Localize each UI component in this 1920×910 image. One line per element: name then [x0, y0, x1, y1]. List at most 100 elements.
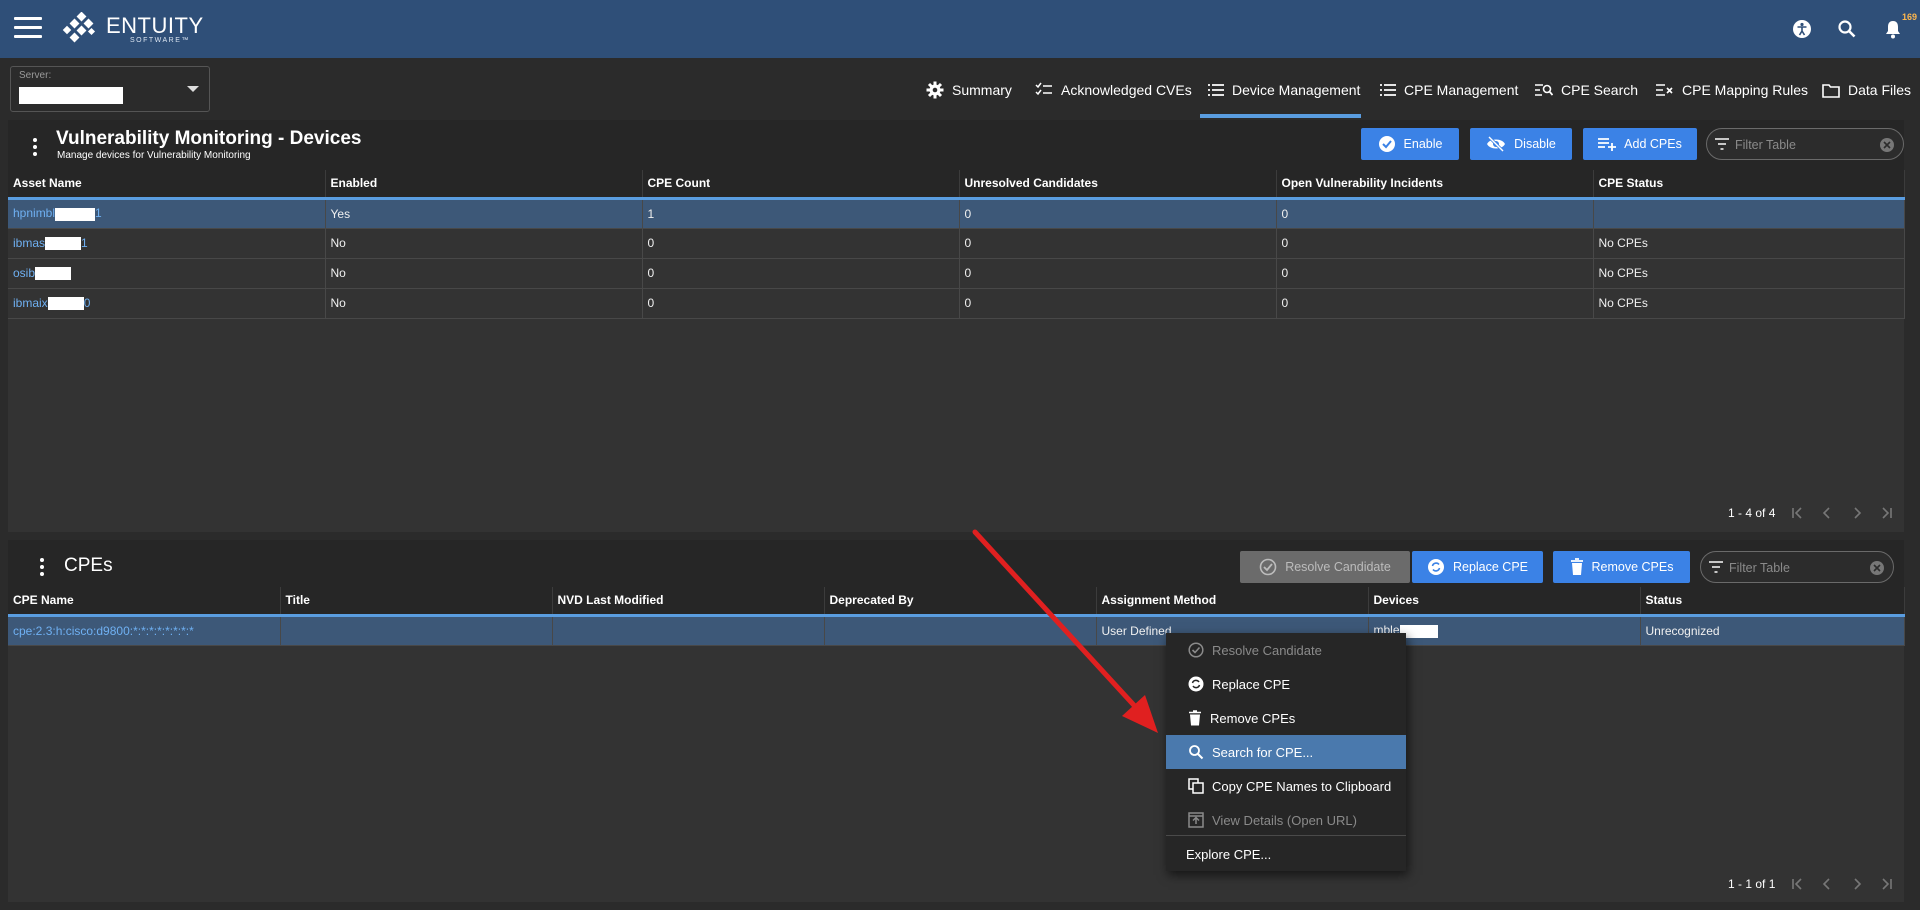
last-page-icon[interactable] — [1879, 876, 1895, 892]
gear-icon — [926, 81, 944, 99]
check-circle-icon — [1188, 642, 1204, 658]
menu-item-view-details[interactable]: View Details (Open URL) — [1166, 803, 1406, 837]
asset-link[interactable]: ibmas 1 — [13, 236, 88, 251]
asset-name-cell: osib — [8, 258, 326, 289]
menu-item-replace-cpe[interactable]: Replace CPE — [1166, 667, 1406, 701]
menu-item-search-for-cpe[interactable]: Search for CPE... — [1166, 735, 1406, 769]
asset-name-suffix: 0 — [83, 295, 91, 310]
tab-label: Acknowledged CVEs — [1061, 82, 1192, 98]
redacted-block — [55, 207, 96, 221]
menu-item-explore-cpe[interactable]: Explore CPE... — [1166, 837, 1406, 871]
resolve-candidate-label: Resolve Candidate — [1285, 560, 1391, 574]
remove-cpes-label: Remove CPEs — [1591, 560, 1674, 574]
panel-title: CPEs — [64, 555, 113, 576]
table-row[interactable]: ibmas 1 No 0 0 0 No CPEs — [8, 228, 1905, 259]
cpes-panel-header: CPEs Resolve Candidate Replace CPE Remov… — [8, 540, 1904, 587]
panel-subtitle: Manage devices for Vulnerability Monitor… — [57, 150, 251, 161]
cpes-filter — [1700, 551, 1894, 583]
add-cpes-button[interactable]: Add CPEs — [1583, 128, 1697, 160]
column-header[interactable]: Deprecated By — [824, 587, 1097, 617]
menu-item-label: Explore CPE... — [1186, 846, 1272, 862]
column-header[interactable]: Devices — [1368, 587, 1641, 617]
enabled-cell: No — [325, 258, 643, 289]
table-row[interactable]: hpnimbl 1 Yes 1 0 0 — [8, 198, 1905, 229]
add-cpes-label: Add CPEs — [1624, 137, 1682, 151]
asset-name-cell: hpnimbl 1 — [8, 198, 326, 229]
cpe-status-cell: No CPEs — [1593, 258, 1905, 289]
column-header[interactable]: NVD Last Modified — [552, 587, 825, 617]
prev-page-icon[interactable] — [1819, 876, 1835, 892]
tab-cpe-mapping-rules[interactable]: CPE Mapping Rules — [1656, 76, 1808, 104]
disable-button[interactable]: Disable — [1470, 128, 1572, 160]
clear-icon[interactable] — [1869, 560, 1885, 576]
unresolved-cell: 0 — [959, 228, 1277, 259]
cpe-status-cell: No CPEs — [1593, 228, 1905, 259]
column-header[interactable]: Unresolved Candidates — [959, 170, 1277, 200]
asset-name-prefix: ibmaix — [13, 295, 48, 310]
accessibility-icon[interactable] — [1791, 18, 1813, 40]
asset-link[interactable]: osib — [13, 266, 72, 281]
column-header[interactable]: Assignment Method — [1096, 587, 1369, 617]
cpe-name-cell: cpe:2.3:h:cisco:d9800:*:*:*:*:*:*:*:* — [8, 615, 281, 646]
menu-item-label: Replace CPE — [1212, 676, 1291, 692]
tab-device-management[interactable]: Device Management — [1208, 76, 1360, 104]
table-row[interactable]: ibmaix 0 No 0 0 0 No CPEs — [8, 288, 1905, 319]
menu-item-label: Remove CPEs — [1210, 710, 1296, 726]
column-header[interactable]: Enabled — [325, 170, 643, 200]
column-header[interactable]: CPE Status — [1593, 170, 1905, 200]
cpes-pager: 1 - 1 of 1 — [1728, 876, 1895, 892]
tab-cpe-management[interactable]: CPE Management — [1380, 76, 1518, 104]
replace-icon — [1427, 559, 1444, 575]
replace-cpe-button[interactable]: Replace CPE — [1412, 551, 1543, 583]
menu-item-remove-cpes[interactable]: Remove CPEs — [1166, 701, 1406, 735]
resolve-candidate-button[interactable]: Resolve Candidate — [1240, 551, 1410, 583]
column-header[interactable]: Title — [280, 587, 553, 617]
open-incidents-cell: 0 — [1276, 198, 1594, 229]
menu-item-label: Copy CPE Names to Clipboard — [1212, 778, 1392, 794]
menu-item-copy-cpe-names[interactable]: Copy CPE Names to Clipboard — [1166, 769, 1406, 803]
search-list-icon — [1535, 84, 1553, 96]
first-page-icon[interactable] — [1789, 505, 1805, 521]
search-icon[interactable] — [1836, 18, 1858, 40]
prev-page-icon[interactable] — [1819, 505, 1835, 521]
tab-label: CPE Mapping Rules — [1682, 82, 1809, 98]
column-header[interactable]: Status — [1640, 587, 1905, 617]
logo-main-text: ENTUITY — [106, 13, 204, 38]
notification-badge: 169 — [1902, 12, 1918, 22]
enable-button[interactable]: Enable — [1361, 128, 1459, 160]
table-row[interactable]: osib No 0 0 0 No CPEs — [8, 258, 1905, 289]
cpe-name-link[interactable]: cpe:2.3:h:cisco:d9800:*:*:*:*:*:*:*:* — [13, 624, 194, 638]
cpe-count-cell: 0 — [642, 288, 960, 319]
table-row[interactable]: cpe:2.3:h:cisco:d9800:*:*:*:*:*:*:*:* Us… — [8, 615, 1905, 646]
tab-summary[interactable]: Summary — [926, 76, 1012, 104]
column-header[interactable]: CPE Name — [8, 587, 281, 617]
column-header[interactable]: Asset Name — [8, 170, 326, 200]
next-page-icon[interactable] — [1849, 876, 1865, 892]
asset-link[interactable]: hpnimbl 1 — [13, 206, 102, 221]
clear-icon[interactable] — [1879, 137, 1895, 153]
kebab-menu-icon[interactable] — [40, 558, 44, 579]
pager-range: 1 - 1 of 1 — [1728, 877, 1776, 891]
filter-input[interactable] — [1735, 136, 1885, 154]
server-select[interactable]: Server: — [10, 66, 210, 112]
server-label: Server: — [19, 70, 52, 81]
bell-icon[interactable] — [1882, 18, 1904, 40]
hamburger-menu-icon[interactable] — [14, 17, 42, 39]
asset-link[interactable]: ibmaix 0 — [13, 295, 91, 311]
tab-acknowledged-cves[interactable]: Acknowledged CVEs — [1035, 76, 1192, 104]
menu-item-resolve-candidate[interactable]: Resolve Candidate — [1166, 633, 1406, 667]
column-header[interactable]: Open Vulnerability Incidents — [1276, 170, 1594, 200]
tab-cpe-search[interactable]: CPE Search — [1535, 76, 1638, 104]
filter-input[interactable] — [1729, 559, 1879, 577]
kebab-menu-icon[interactable] — [33, 138, 37, 159]
playlist-add-icon — [1598, 138, 1617, 151]
active-tab-indicator — [1200, 114, 1361, 118]
remove-cpes-button[interactable]: Remove CPEs — [1553, 551, 1690, 583]
column-header[interactable]: CPE Count — [642, 170, 960, 200]
asset-name-prefix: hpnimbl — [13, 206, 56, 221]
tab-data-files[interactable]: Data Files — [1822, 76, 1911, 104]
last-page-icon[interactable] — [1879, 505, 1895, 521]
check-circle-icon — [1259, 558, 1277, 576]
first-page-icon[interactable] — [1789, 876, 1805, 892]
next-page-icon[interactable] — [1849, 505, 1865, 521]
